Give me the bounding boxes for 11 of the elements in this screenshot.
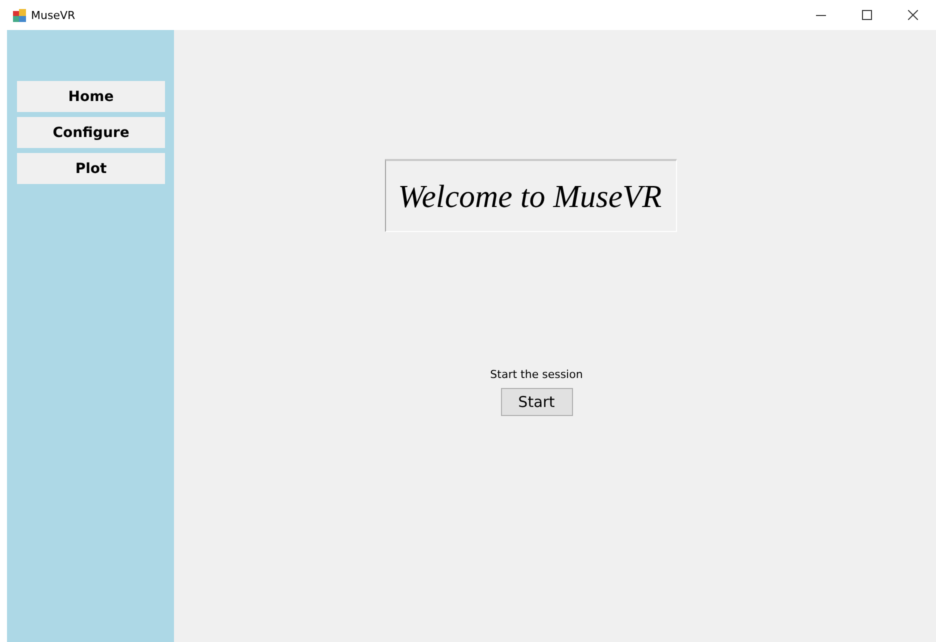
nav-button[interactable]: Home	[17, 81, 165, 112]
nav-button[interactable]: Plot	[17, 153, 165, 184]
start-button[interactable]: Start	[500, 388, 572, 416]
maximize-icon[interactable]	[862, 10, 872, 20]
nav-button[interactable]: Configure	[17, 117, 165, 148]
welcome-heading: Welcome to MuseVR	[398, 178, 662, 214]
close-icon[interactable]	[908, 10, 918, 20]
session-prompt: Start the session	[490, 368, 583, 381]
minimize-icon[interactable]	[816, 14, 826, 16]
window-title: MuseVR	[31, 8, 76, 22]
app-icon	[13, 8, 26, 22]
